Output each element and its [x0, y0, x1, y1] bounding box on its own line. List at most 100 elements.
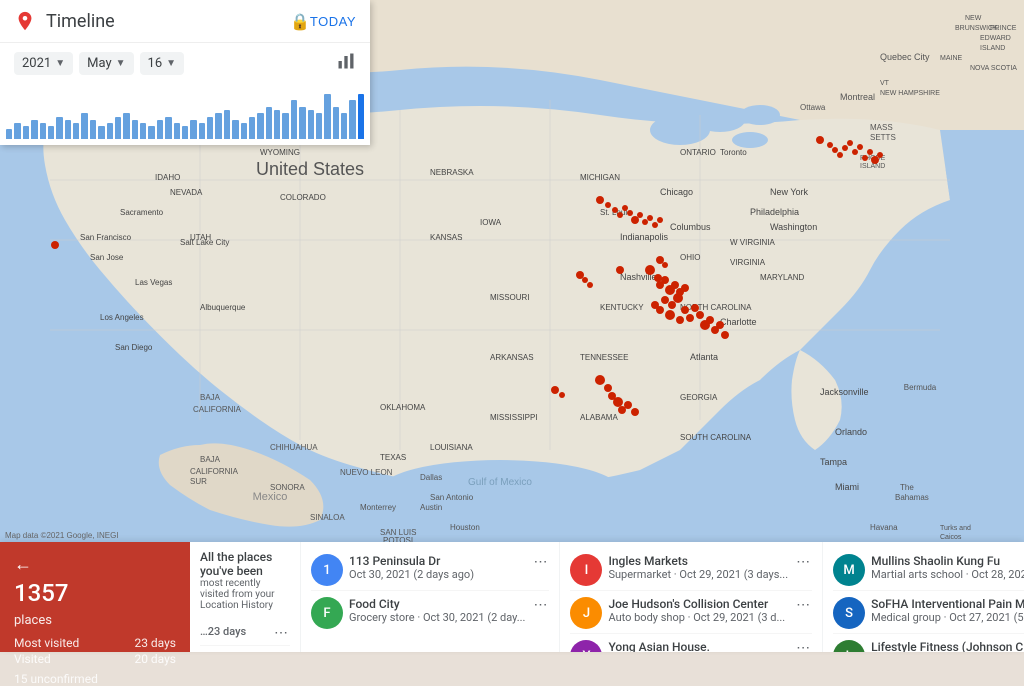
chart-bar[interactable] — [165, 117, 171, 140]
chart-bar[interactable] — [81, 113, 87, 139]
svg-text:VT: VT — [880, 80, 890, 87]
chart-bar[interactable] — [73, 123, 79, 139]
list-item[interactable]: L Lifestyle Fitness (Johnson City Loc...… — [833, 636, 1024, 652]
chart-bar[interactable] — [182, 126, 188, 139]
place-name: Joe Hudson's Collision Center — [608, 597, 788, 611]
day-select[interactable]: 16 ▼ — [140, 52, 185, 75]
more-icon[interactable]: ⋯ — [272, 625, 290, 641]
chart-bar[interactable] — [115, 117, 121, 140]
svg-text:NEBRASKA: NEBRASKA — [430, 168, 474, 177]
list-item[interactable]: Y Yong Asian House. Asian · Oct 29, 2021… — [570, 636, 812, 652]
more-icon[interactable]: ⋯ — [794, 597, 812, 613]
date-controls: 2021 ▼ May ▼ 16 ▼ — [0, 43, 370, 84]
place-avatar: J — [570, 597, 602, 629]
svg-text:BAJA: BAJA — [200, 455, 221, 464]
svg-text:Albuquerque: Albuquerque — [200, 303, 246, 312]
list-item[interactable]: J Joe Hudson's Collision Center Auto bod… — [570, 593, 812, 634]
place-avatar: 1 — [311, 554, 343, 586]
place-info: 113 Peninsula Dr Oct 30, 2021 (2 days ag… — [349, 554, 525, 581]
chart-bar[interactable] — [358, 94, 364, 139]
chart-bar[interactable] — [157, 120, 163, 139]
activity-chart[interactable] — [0, 84, 370, 139]
svg-text:San Jose: San Jose — [90, 253, 124, 262]
chart-bar[interactable] — [174, 123, 180, 139]
chart-bar[interactable] — [232, 120, 238, 139]
chart-bar[interactable] — [324, 94, 330, 139]
svg-text:UTAH: UTAH — [190, 233, 211, 242]
chart-bar[interactable] — [148, 126, 154, 139]
chart-bar[interactable] — [65, 120, 71, 139]
place-avatar: M — [833, 554, 865, 586]
place-meta: Martial arts school · Oct 28, 2021 (... — [871, 568, 1024, 581]
sidebar-title: Timeline — [46, 11, 282, 32]
chart-bar[interactable] — [56, 117, 62, 140]
svg-text:NEW: NEW — [965, 15, 982, 22]
chart-bar[interactable] — [308, 110, 314, 139]
chart-bar[interactable] — [241, 123, 247, 139]
month-chevron-icon: ▼ — [116, 58, 126, 69]
chart-bar[interactable] — [123, 113, 129, 139]
chart-bar[interactable] — [140, 123, 146, 139]
svg-text:Las Vegas: Las Vegas — [135, 278, 172, 287]
svg-text:BRUNSWICK: BRUNSWICK — [955, 25, 998, 32]
svg-text:BAJA: BAJA — [200, 393, 221, 402]
chart-bar[interactable] — [299, 107, 305, 139]
chart-bar[interactable] — [282, 113, 288, 139]
chart-bar[interactable] — [249, 117, 255, 140]
list-item[interactable]: I Ingles Markets Supermarket · Oct 29, 2… — [570, 550, 812, 591]
chart-bar[interactable] — [48, 126, 54, 139]
more-icon[interactable]: ⋯ — [794, 640, 812, 652]
list-item[interactable]: …23 days ⋯ — [200, 621, 290, 646]
list-item[interactable]: …20 days ⋯ — [200, 648, 290, 652]
chart-bar[interactable] — [316, 113, 322, 139]
places-column-4: M Mullins Shaolin Kung Fu Martial arts s… — [822, 542, 1024, 652]
place-name: Lifestyle Fitness (Johnson City Loc... — [871, 640, 1024, 652]
svg-text:SONORA: SONORA — [270, 483, 305, 492]
chart-bar[interactable] — [333, 107, 339, 139]
places-stats: Most visited 23 days Visited 20 days — [14, 636, 176, 666]
chart-bar[interactable] — [274, 110, 280, 139]
chart-icon-button[interactable] — [336, 51, 356, 76]
chart-bar[interactable] — [349, 100, 355, 139]
chart-bar[interactable] — [6, 129, 12, 139]
more-icon[interactable]: ⋯ — [794, 554, 812, 570]
chart-bar[interactable] — [90, 120, 96, 139]
back-arrow-icon[interactable]: ← — [14, 554, 32, 575]
chart-bar[interactable] — [98, 126, 104, 139]
svg-text:ARKANSAS: ARKANSAS — [490, 353, 534, 362]
list-item[interactable]: S SoFHA Interventional Pain Manage... Me… — [833, 593, 1024, 634]
chart-bar[interactable] — [23, 126, 29, 139]
chart-bar[interactable] — [40, 123, 46, 139]
chart-bar[interactable] — [107, 123, 113, 139]
list-item[interactable]: F Food City Grocery store · Oct 30, 2021… — [311, 593, 549, 633]
chart-bar[interactable] — [341, 113, 347, 139]
chart-bar[interactable] — [224, 110, 230, 139]
today-button[interactable]: TODAY — [310, 14, 356, 29]
more-icon[interactable]: ⋯ — [531, 554, 549, 570]
chart-bar[interactable] — [291, 100, 297, 139]
svg-text:San Francisco: San Francisco — [80, 233, 132, 242]
chart-bar[interactable] — [190, 120, 196, 139]
chart-bar[interactable] — [257, 113, 263, 139]
month-select[interactable]: May ▼ — [79, 52, 133, 75]
svg-text:CALIFORNIA: CALIFORNIA — [190, 467, 239, 476]
list-item[interactable]: 1 113 Peninsula Dr Oct 30, 2021 (2 days … — [311, 550, 549, 591]
chart-bar[interactable] — [31, 120, 37, 139]
chart-bar[interactable] — [132, 120, 138, 139]
svg-text:Bermuda: Bermuda — [904, 383, 937, 392]
svg-text:Bahamas: Bahamas — [895, 493, 929, 502]
sidebar-panel: Timeline 🔒 TODAY 2021 ▼ May ▼ 16 ▼ — [0, 0, 370, 145]
map-pin-icon — [14, 10, 36, 32]
places-label: places — [14, 613, 176, 628]
chart-bar[interactable] — [215, 113, 221, 139]
chart-bar[interactable] — [199, 123, 205, 139]
chart-bar[interactable] — [14, 123, 20, 139]
more-icon[interactable]: ⋯ — [531, 597, 549, 613]
year-select[interactable]: 2021 ▼ — [14, 52, 73, 75]
list-item[interactable]: M Mullins Shaolin Kung Fu Martial arts s… — [833, 550, 1024, 591]
unconfirmed-label: 15 unconfirmed — [14, 672, 176, 686]
chart-bar[interactable] — [266, 107, 272, 139]
svg-text:NOVA SCOTIA: NOVA SCOTIA — [970, 65, 1017, 72]
svg-text:KENTUCKY: KENTUCKY — [600, 303, 644, 312]
chart-bar[interactable] — [207, 117, 213, 140]
